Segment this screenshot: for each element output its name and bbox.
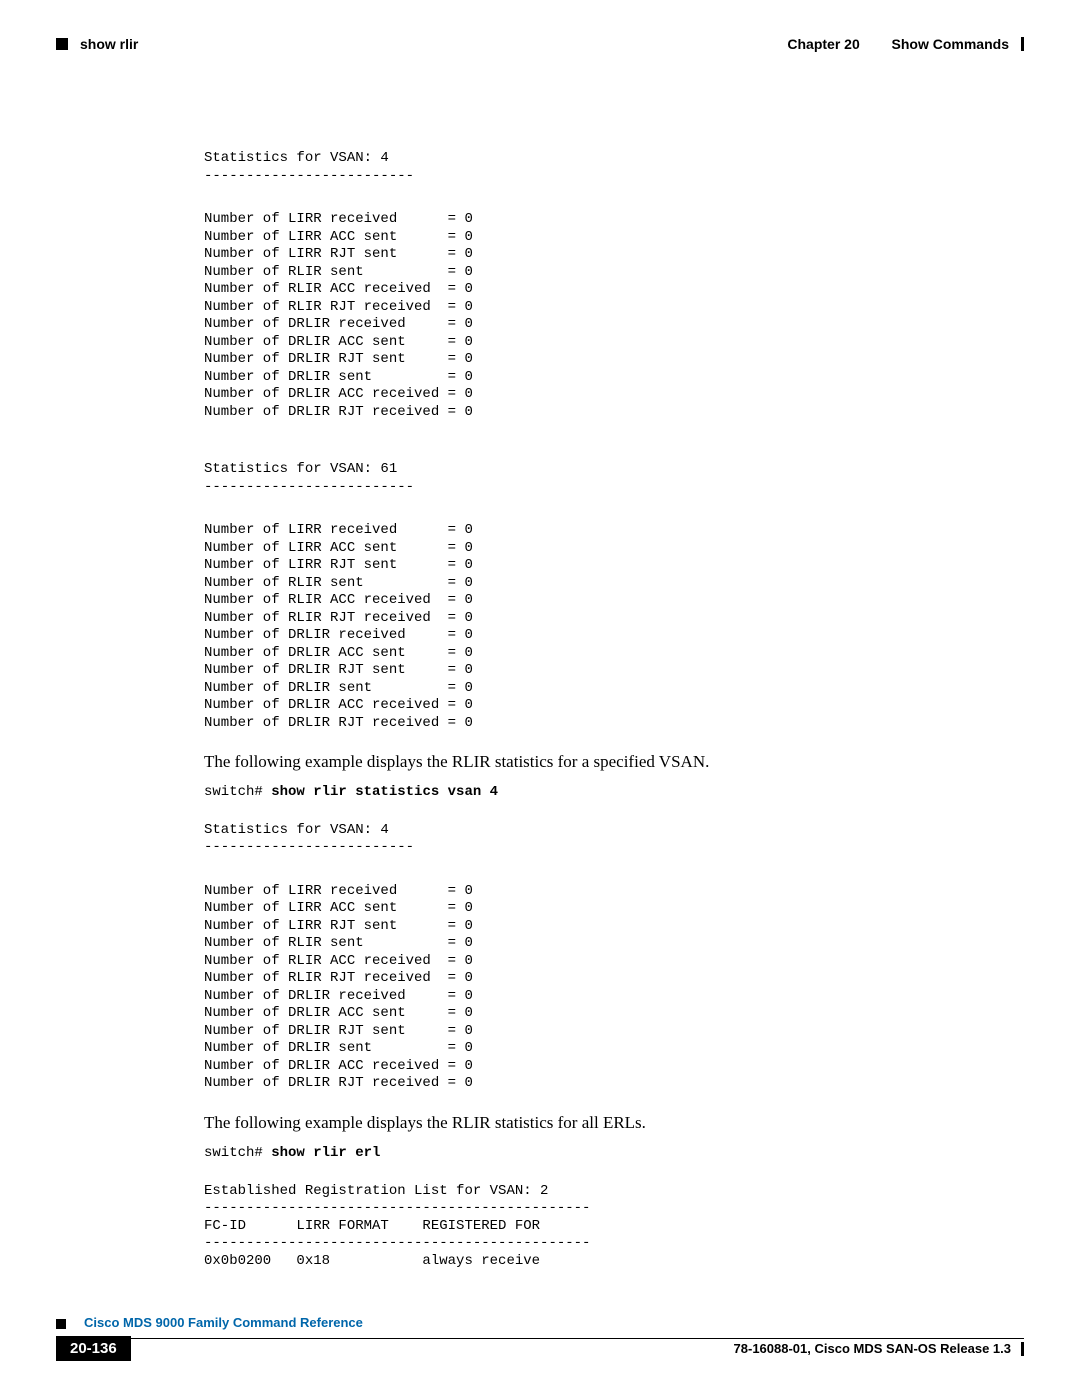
- stats-vsan-4b-body: Number of LIRR received = 0 Number of LI…: [204, 883, 1024, 1093]
- spacer: [204, 427, 1024, 455]
- command-line-1: switch# show rlir statistics vsan 4: [204, 784, 1024, 800]
- command-text-1: show rlir statistics vsan 4: [271, 784, 498, 800]
- stats-vsan-4b-header: Statistics for VSAN: 4 -----------------…: [204, 822, 1024, 857]
- footer-right: 78-16088-01, Cisco MDS SAN-OS Release 1.…: [734, 1341, 1024, 1356]
- spacer: [204, 806, 1024, 816]
- command-line-2: switch# show rlir erl: [204, 1145, 1024, 1161]
- header-right: Chapter 20 Show Commands: [787, 36, 1024, 52]
- main-content: Statistics for VSAN: 4 -----------------…: [204, 150, 1024, 1276]
- spacer: [204, 1167, 1024, 1177]
- stats-vsan-61-header: Statistics for VSAN: 61 ----------------…: [204, 461, 1024, 496]
- header-chapter: Chapter 20: [787, 36, 859, 52]
- header-left-label: show rlir: [80, 36, 138, 52]
- stats-vsan-61-body: Number of LIRR received = 0 Number of LI…: [204, 522, 1024, 732]
- para-all-erls: The following example displays the RLIR …: [204, 1111, 1024, 1135]
- footer-vbar-icon: [1021, 1342, 1024, 1356]
- page-footer: Cisco MDS 9000 Family Command Reference …: [56, 1315, 1024, 1361]
- page-number-badge: 20-136: [56, 1336, 131, 1361]
- footer-title: Cisco MDS 9000 Family Command Reference: [84, 1315, 363, 1330]
- page-header: show rlir Chapter 20 Show Commands: [56, 36, 1024, 52]
- footer-top: Cisco MDS 9000 Family Command Reference: [56, 1315, 1024, 1336]
- para-specified-vsan: The following example displays the RLIR …: [204, 750, 1024, 774]
- prompt-prefix: switch#: [204, 1145, 271, 1161]
- prompt-prefix: switch#: [204, 784, 271, 800]
- erl-block: Established Registration List for VSAN: …: [204, 1183, 1024, 1271]
- header-left: show rlir: [56, 36, 138, 52]
- footer-marker-icon: [56, 1319, 66, 1329]
- footer-release: 78-16088-01, Cisco MDS SAN-OS Release 1.…: [734, 1341, 1011, 1356]
- header-vbar-icon: [1021, 37, 1024, 51]
- footer-bottom: 20-136 78-16088-01, Cisco MDS SAN-OS Rel…: [56, 1336, 1024, 1361]
- stats-vsan-4-header: Statistics for VSAN: 4 -----------------…: [204, 150, 1024, 185]
- command-text-2: show rlir erl: [271, 1145, 380, 1161]
- spacer: [204, 191, 1024, 205]
- header-title: Show Commands: [892, 36, 1009, 52]
- spacer: [204, 863, 1024, 877]
- header-marker-icon: [56, 38, 68, 50]
- stats-vsan-4-body: Number of LIRR received = 0 Number of LI…: [204, 211, 1024, 421]
- spacer: [204, 502, 1024, 516]
